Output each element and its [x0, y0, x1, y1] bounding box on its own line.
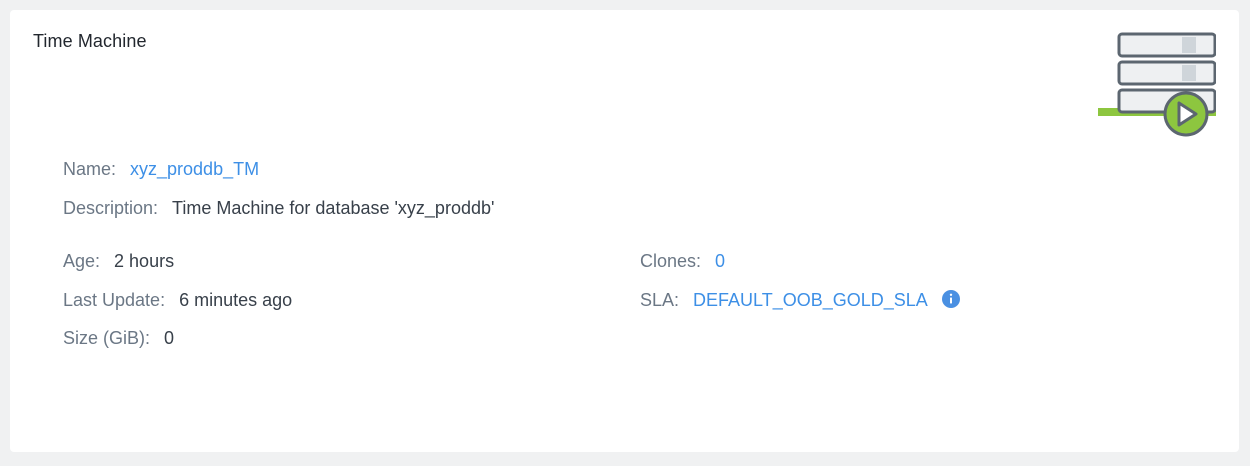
last-update-value: 6 minutes ago: [179, 290, 293, 310]
size-row: Size (GiB): 0: [63, 327, 174, 349]
name-label: Name:: [63, 159, 117, 179]
sla-row: SLA: DEFAULT_OOB_GOLD_SLA: [640, 289, 960, 311]
last-update-row: Last Update: 6 minutes ago: [63, 289, 292, 311]
card-title: Time Machine: [33, 31, 147, 51]
age-row: Age: 2 hours: [63, 250, 174, 272]
time-machine-card: Time Machine Name: xyz_proddb_TM Descript…: [10, 10, 1239, 452]
clones-label: Clones:: [640, 251, 702, 271]
info-icon[interactable]: [941, 290, 960, 309]
age-value: 2 hours: [114, 251, 175, 271]
time-machine-database-play-icon: [1098, 32, 1216, 137]
size-label: Size (GiB):: [63, 328, 151, 348]
name-link[interactable]: xyz_proddb_TM: [130, 159, 259, 179]
size-value: 0: [164, 328, 175, 348]
description-label: Description:: [63, 198, 159, 218]
clones-row: Clones: 0: [640, 250, 725, 272]
clones-link[interactable]: 0: [715, 251, 725, 271]
description-value: Time Machine for database 'xyz_proddb': [172, 198, 495, 218]
name-row: Name: xyz_proddb_TM: [63, 158, 259, 180]
sla-label: SLA:: [640, 290, 680, 310]
age-label: Age:: [63, 251, 101, 271]
description-row: Description: Time Machine for database 'x…: [63, 197, 494, 219]
sla-link[interactable]: DEFAULT_OOB_GOLD_SLA: [693, 290, 928, 310]
last-update-label: Last Update:: [63, 290, 166, 310]
